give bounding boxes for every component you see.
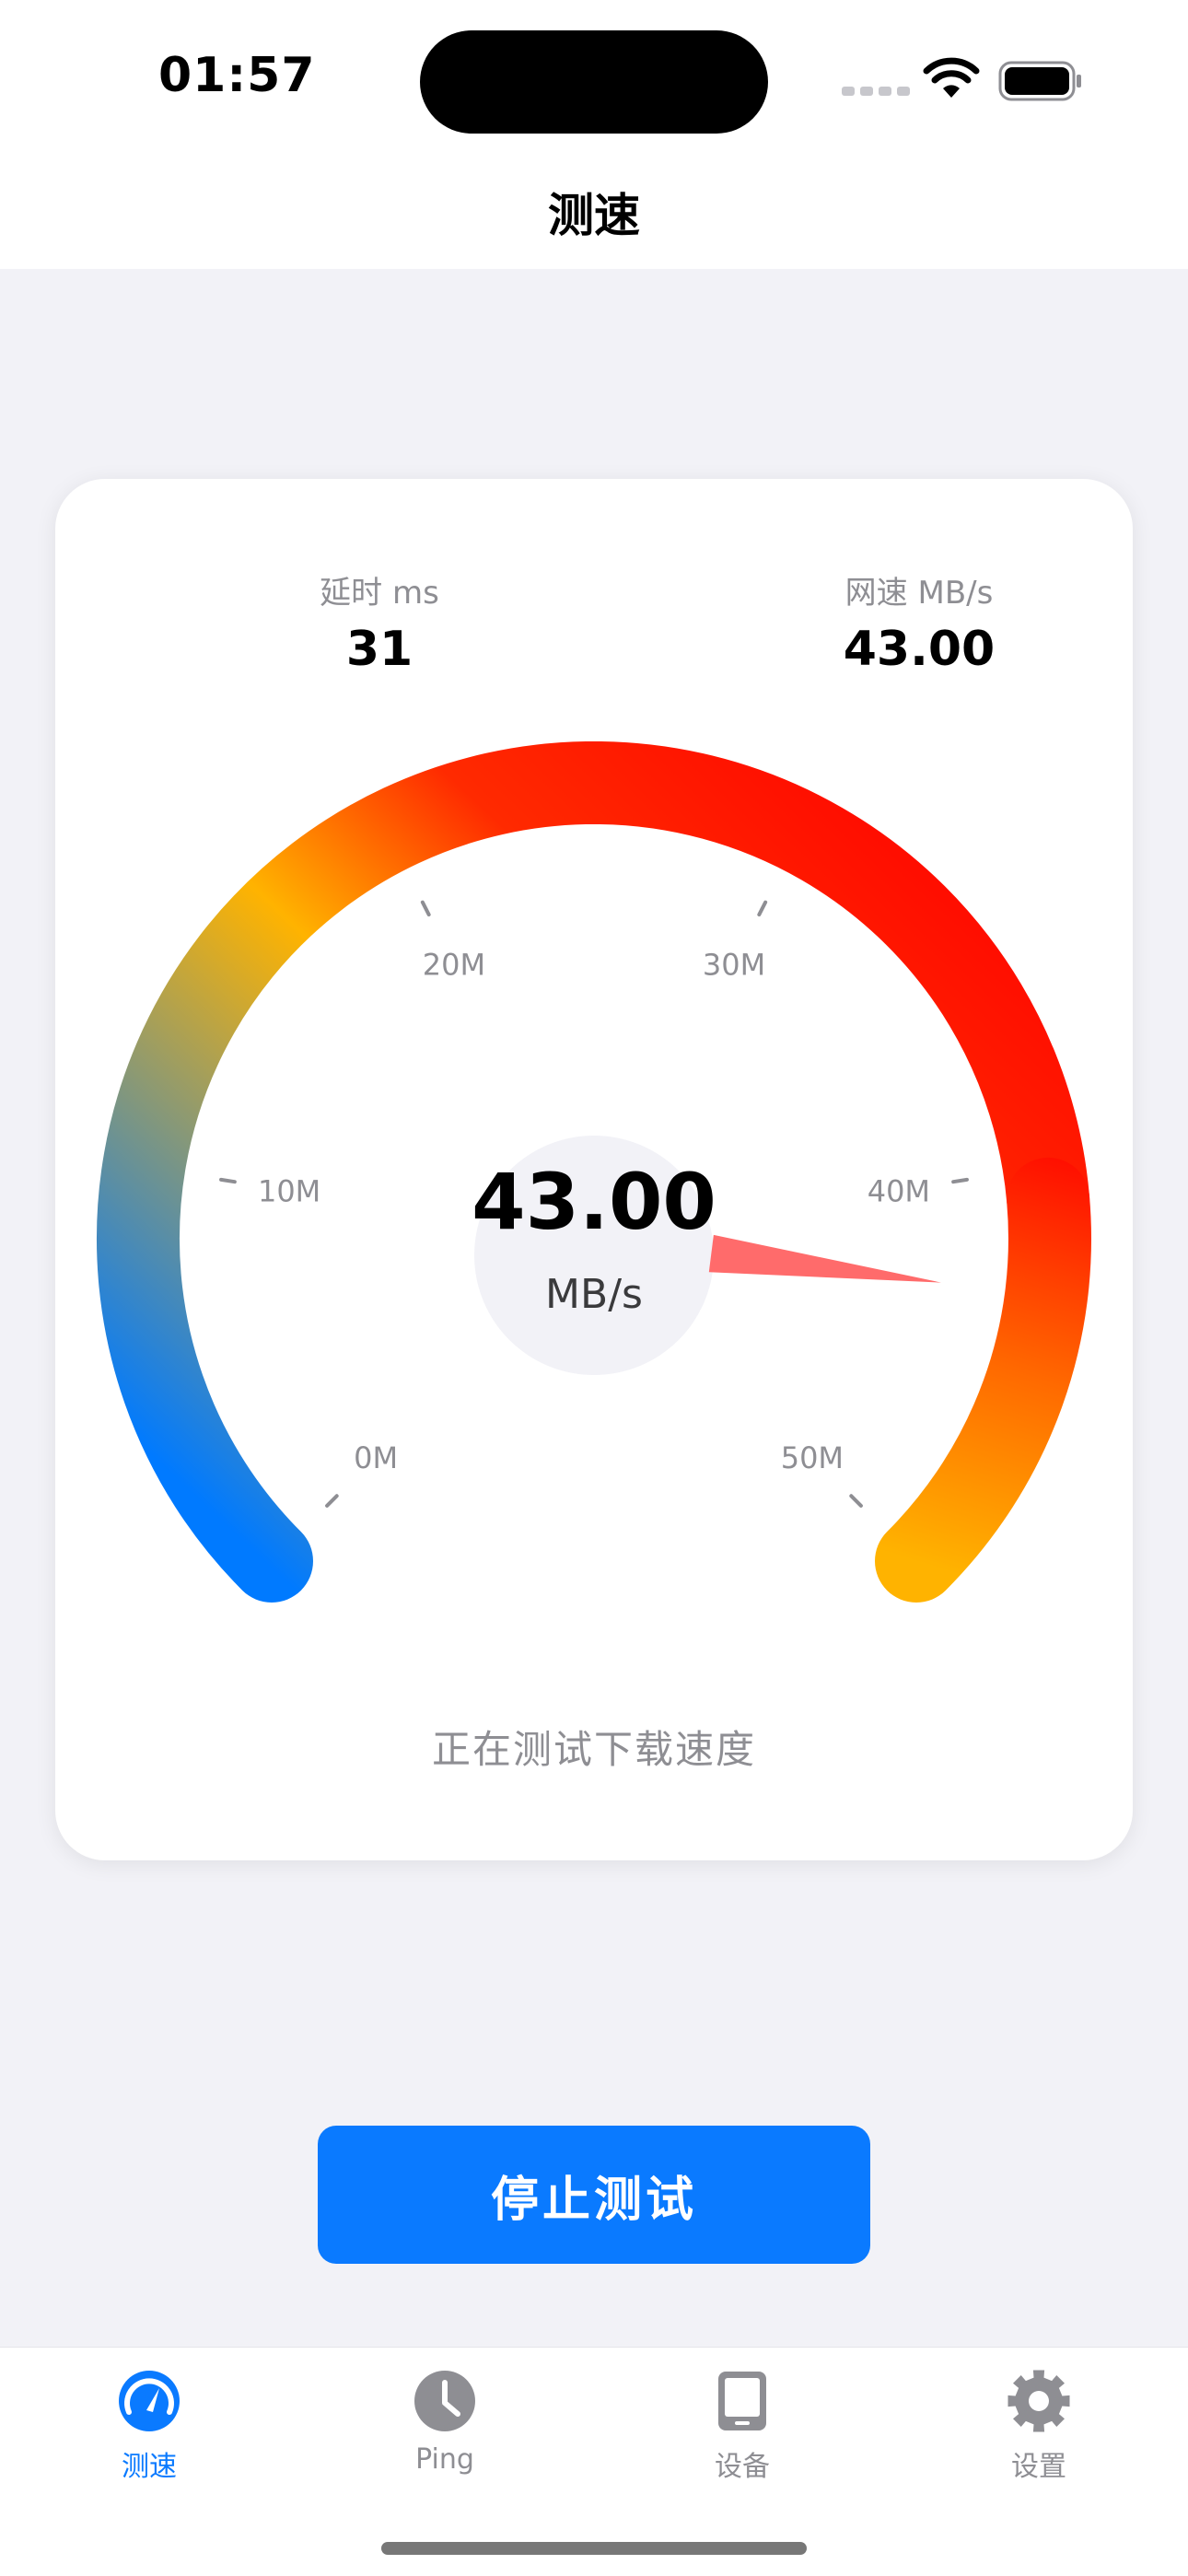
wifi-icon: [923, 57, 980, 98]
page-title: 测速: [548, 189, 640, 242]
gauge-tick-label: 0M: [354, 1440, 398, 1475]
gauge-tick: [420, 900, 431, 917]
tab-devices[interactable]: 设备: [650, 2368, 834, 2484]
speedometer-icon: [119, 2371, 180, 2431]
stop-test-button[interactable]: 停止测试: [318, 2126, 870, 2264]
tab-ping[interactable]: Ping: [353, 2368, 537, 2476]
gauge-tick-label: 30M: [703, 948, 765, 983]
speed-test-card: 延时 ms 31 网速 MB/s 43.00 0M 10M 20M 30M 40M 50M: [55, 479, 1133, 1860]
gauge-tick: [325, 1494, 339, 1508]
gauge-tick: [849, 1494, 863, 1508]
status-time: 01:57: [158, 48, 316, 103]
tab-settings[interactable]: 设置: [947, 2368, 1131, 2484]
gauge-arc-end: [875, 1157, 1091, 1603]
dynamic-island: [420, 30, 768, 134]
tab-label: Ping: [415, 2443, 474, 2476]
tab-label: 测速: [122, 2451, 177, 2483]
test-status-text: 正在测试下载速度: [431, 1727, 756, 1772]
tab-speedtest[interactable]: 测速: [57, 2368, 241, 2484]
gauge-tick-label: 20M: [423, 948, 485, 983]
navigation-bar: 测速: [0, 157, 1188, 269]
tab-label: 设备: [715, 2451, 770, 2483]
gauge-value: 43.00: [472, 1157, 716, 1247]
tab-label: 设置: [1011, 2451, 1066, 2483]
cellular-signal-icon: [842, 87, 910, 96]
status-bar: 01:57: [0, 0, 1188, 157]
home-indicator: [381, 2542, 807, 2555]
tablet-icon: [718, 2372, 766, 2430]
gear-icon: [1007, 2370, 1070, 2432]
clock-icon: [414, 2371, 475, 2431]
gauge-tick: [757, 900, 768, 917]
gauge-unit: MB/s: [545, 1271, 643, 1318]
battery-icon: [998, 61, 1081, 101]
gauge-tick-label: 50M: [781, 1440, 844, 1475]
